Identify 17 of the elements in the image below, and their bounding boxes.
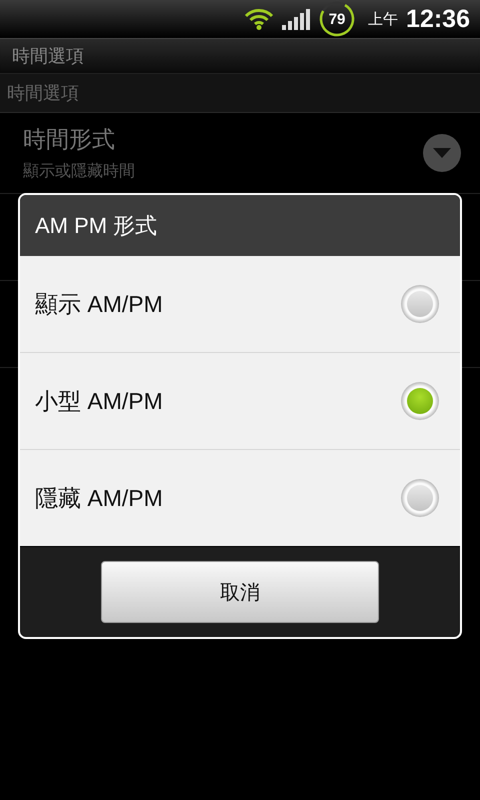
time-period: 上午 — [368, 10, 398, 28]
screen-title: 時間選項 — [12, 45, 84, 68]
option-row[interactable]: 隱藏 AM/PM — [20, 450, 460, 547]
radio-button[interactable] — [401, 479, 439, 517]
option-row[interactable]: 小型 AM/PM — [20, 353, 460, 450]
wifi-icon — [244, 8, 274, 30]
cancel-button[interactable]: 取消 — [101, 561, 379, 623]
option-row[interactable]: 顯示 AM/PM — [20, 256, 460, 353]
setting-summary: 顯示或隱藏時間 — [23, 161, 136, 182]
clock-time: 12:36 — [406, 4, 470, 34]
signal-icon — [282, 8, 310, 30]
setting-title: 時間形式 — [23, 126, 116, 155]
radio-button[interactable] — [401, 285, 439, 323]
category-title: 時間選項 — [7, 82, 79, 105]
radio-button[interactable] — [401, 382, 439, 420]
dropdown-icon[interactable] — [422, 133, 462, 173]
dialog-title: AM PM 形式 — [35, 212, 158, 240]
